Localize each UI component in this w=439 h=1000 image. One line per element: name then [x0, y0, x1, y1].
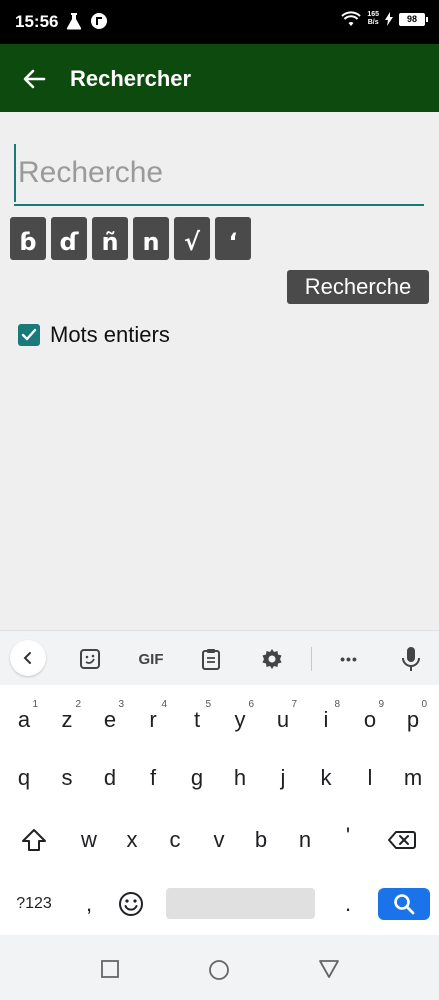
key-h[interactable]: h	[220, 755, 260, 801]
key-i[interactable]: i8	[306, 697, 346, 743]
key-q[interactable]: q	[4, 755, 44, 801]
key-s[interactable]: s	[47, 755, 87, 801]
char-button-root[interactable]: √	[174, 217, 210, 260]
app-bar: Rechercher	[0, 44, 439, 112]
status-time: 15:56	[15, 12, 59, 31]
backspace-icon	[388, 831, 416, 849]
char-button-b-hook[interactable]: ɓ	[10, 217, 46, 260]
key-w[interactable]: w	[69, 817, 109, 863]
emoji-icon	[119, 892, 143, 916]
shift-icon	[22, 829, 46, 851]
backspace-key[interactable]	[382, 817, 422, 863]
key-z[interactable]: z2	[47, 697, 87, 743]
key-j[interactable]: j	[263, 755, 303, 801]
key-n[interactable]: n	[285, 817, 325, 863]
emoji-key[interactable]	[111, 881, 151, 927]
search-input[interactable]	[14, 144, 424, 202]
key-a[interactable]: a1	[4, 697, 44, 743]
key-v[interactable]: v	[199, 817, 239, 863]
whole-words-checkbox[interactable]	[18, 324, 40, 346]
back-nav-button[interactable]	[318, 959, 340, 981]
search-action-key[interactable]	[378, 888, 430, 920]
battery-indicator: 98	[399, 12, 428, 26]
flask-icon	[66, 13, 82, 30]
sticker-icon	[80, 649, 100, 669]
page-title: Rechercher	[70, 66, 192, 91]
key-f[interactable]: f	[133, 755, 173, 801]
chevron-left-icon	[23, 652, 31, 664]
keyboard-settings-button[interactable]	[259, 646, 285, 672]
char-button-n-tilde[interactable]: ñ	[92, 217, 128, 260]
shift-key[interactable]	[14, 817, 54, 863]
char-button-okina[interactable]: ʻ	[215, 217, 251, 260]
status-bar: 15:56 165 B/s 98	[0, 0, 439, 44]
soft-keyboard: a1 z2 e3 r4 t5 y6 u7 i8 o9 p0 q s d f g …	[0, 685, 439, 935]
app-notification-icon	[91, 13, 107, 29]
keyboard-collapse-button[interactable]	[10, 640, 46, 676]
char-button-d-hook[interactable]: ɗ	[51, 217, 87, 260]
voice-input-button[interactable]	[398, 646, 424, 672]
keyboard-toolbar: GIF •••	[0, 630, 439, 685]
key-apostrophe[interactable]: '	[328, 813, 368, 859]
key-e[interactable]: e3	[90, 697, 130, 743]
key-m[interactable]: m	[393, 755, 433, 801]
key-r[interactable]: r4	[133, 697, 173, 743]
comma-key[interactable]: ,	[69, 881, 109, 927]
clipboard-icon	[202, 649, 220, 670]
gif-button[interactable]: GIF	[134, 646, 168, 672]
network-speed: 165 B/s	[367, 11, 379, 26]
microphone-icon	[402, 647, 420, 671]
system-navigation-bar	[0, 935, 439, 1000]
more-button[interactable]: •••	[336, 646, 362, 672]
back-button[interactable]	[20, 65, 48, 93]
key-b[interactable]: b	[241, 817, 281, 863]
key-o[interactable]: o9	[350, 697, 390, 743]
symbols-key[interactable]: ?123	[4, 881, 64, 927]
toolbar-divider	[311, 647, 312, 671]
key-x[interactable]: x	[112, 817, 152, 863]
search-icon	[394, 894, 415, 915]
gear-icon	[262, 649, 282, 669]
whole-words-label: Mots entiers	[50, 322, 170, 347]
triangle-back-icon	[319, 960, 339, 978]
search-button[interactable]: Recherche	[287, 270, 429, 304]
key-p[interactable]: p0	[393, 697, 433, 743]
search-field	[14, 144, 424, 206]
key-g[interactable]: g	[177, 755, 217, 801]
status-left-icons	[66, 12, 108, 30]
charging-icon	[385, 12, 393, 26]
key-d[interactable]: d	[90, 755, 130, 801]
key-u[interactable]: u7	[263, 697, 303, 743]
space-key[interactable]	[166, 888, 315, 919]
status-right-icons: 165 B/s 98	[341, 11, 428, 27]
home-button[interactable]	[208, 959, 230, 981]
sticker-button[interactable]	[76, 646, 104, 672]
whole-words-option[interactable]: Mots entiers	[18, 322, 170, 348]
key-c[interactable]: c	[155, 817, 195, 863]
circle-icon	[209, 960, 229, 980]
wifi-icon	[341, 11, 362, 26]
char-button-n[interactable]: n	[133, 217, 169, 260]
key-t[interactable]: t5	[177, 697, 217, 743]
special-char-row: ɓ ɗ ñ n √ ʻ	[10, 217, 251, 260]
checkmark-icon	[21, 328, 37, 341]
clipboard-button[interactable]	[198, 646, 224, 672]
key-k[interactable]: k	[306, 755, 346, 801]
period-key[interactable]: .	[328, 881, 368, 927]
key-l[interactable]: l	[350, 755, 390, 801]
key-y[interactable]: y6	[220, 697, 260, 743]
arrow-left-icon	[23, 69, 46, 89]
square-icon	[101, 960, 119, 978]
recents-button[interactable]	[100, 959, 122, 981]
